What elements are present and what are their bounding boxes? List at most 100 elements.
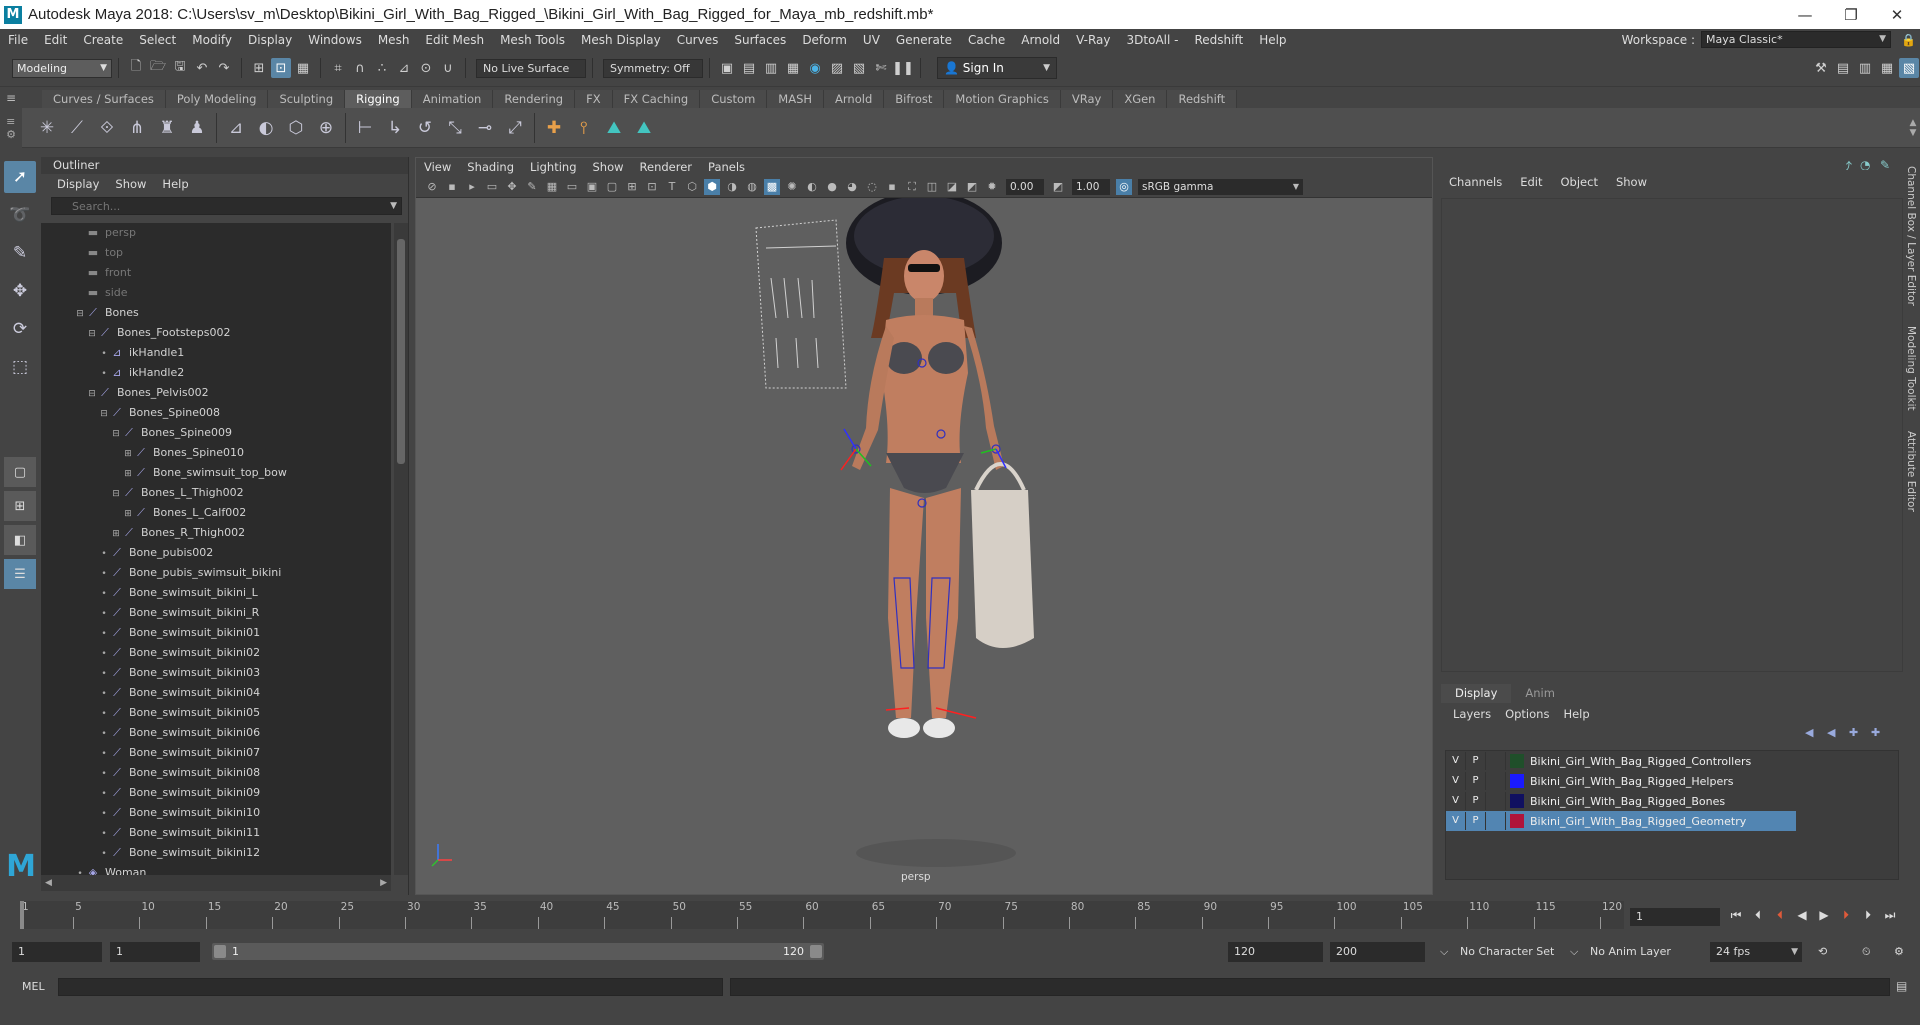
wireframe-icon[interactable]: ⬡ <box>684 179 700 195</box>
side-tab-channel-box-layer-editor[interactable]: Channel Box / Layer Editor <box>1905 166 1917 306</box>
fps-select[interactable]: 24 fps <box>1710 942 1802 962</box>
paint-select-tool-icon[interactable]: ✎ <box>4 237 36 269</box>
side-tab-modeling-toolkit[interactable]: Modeling Toolkit <box>1905 326 1917 411</box>
mirror-joint-icon[interactable]: ⟐ <box>92 113 122 143</box>
outliner-item[interactable]: ▬ persp <box>41 223 391 243</box>
layer-row[interactable]: V P Bikini_Girl_With_Bag_Rigged_Controller… <box>1446 751 1796 771</box>
exposure-icon[interactable]: ✹ <box>984 179 1000 195</box>
menu-item-cache[interactable]: Cache <box>960 33 1013 47</box>
shelf-tab-custom[interactable]: Custom <box>700 90 768 108</box>
outliner-horizontal-scrollbar[interactable]: ◀ ▶ <box>41 875 391 891</box>
shelf-tab-sculpting[interactable]: Sculpting <box>268 90 346 108</box>
orient-joint-icon[interactable]: ⋔ <box>122 113 152 143</box>
go-to-start-icon[interactable]: ⏮ <box>1725 908 1747 923</box>
shelf-tab-fx[interactable]: FX <box>575 90 613 108</box>
expand-toggle-icon[interactable]: ⊞ <box>123 464 133 484</box>
outliner-item[interactable]: • ⟋ Bone_swimsuit_bikini05 <box>41 703 391 723</box>
range-end-handle[interactable] <box>810 945 822 958</box>
outliner-item[interactable]: • ⊿ ikHandle2 <box>41 363 391 383</box>
viewport-menu-lighting[interactable]: Lighting <box>530 160 576 174</box>
outliner-item[interactable]: • ⟋ Bone_swimsuit_bikini_L <box>41 583 391 603</box>
channel-box-menu-object[interactable]: Object <box>1561 175 1598 189</box>
range-bar[interactable]: 1 120 <box>212 943 824 960</box>
select-hierarchy-icon[interactable]: ⊞ <box>249 58 269 78</box>
layer-display-type-toggle[interactable] <box>1486 772 1506 790</box>
layer-row[interactable]: V P Bikini_Girl_With_Bag_Rigged_Geometry <box>1446 811 1796 831</box>
redo-icon[interactable]: ↷ <box>214 58 234 78</box>
layer-playback-toggle[interactable]: P <box>1466 792 1486 810</box>
shelf-scroll-icon[interactable]: ▲ ▼ <box>1906 118 1920 138</box>
pole-vector-icon[interactable]: ⤢ <box>500 113 530 143</box>
expand-toggle-icon[interactable]: ⊟ <box>111 424 121 444</box>
wireframe-on-shaded-icon[interactable]: ◍ <box>744 179 760 195</box>
layer-tab-display[interactable]: Display <box>1441 684 1512 703</box>
viewport-menu-panels[interactable]: Panels <box>708 160 745 174</box>
grid-icon[interactable]: ▦ <box>544 179 560 195</box>
depth-of-field-icon[interactable]: ▪ <box>884 179 900 195</box>
menu-item-create[interactable]: Create <box>75 33 131 47</box>
outliner-item[interactable]: ⊟ ⟋ Bones_Spine008 <box>41 403 391 423</box>
step-forward-key-icon[interactable]: ⏵ <box>1857 908 1879 923</box>
menu-item-deform[interactable]: Deform <box>794 33 855 47</box>
outliner-item[interactable]: ⊞ ⟋ Bones_Spine010 <box>41 443 391 463</box>
ipr-render-icon[interactable]: ▥ <box>761 58 781 78</box>
expand-toggle-icon[interactable]: ⊞ <box>123 504 133 524</box>
menu-set-select[interactable]: Modeling <box>12 58 112 78</box>
safe-title-icon[interactable]: T <box>664 179 680 195</box>
channel-box-menu-edit[interactable]: Edit <box>1520 175 1542 189</box>
outliner-item[interactable]: • ◈ Woman <box>41 863 391 875</box>
step-forward-frame-icon[interactable]: ⏵ <box>1835 908 1857 923</box>
quick-rig-icon[interactable]: ♜ <box>152 113 182 143</box>
layer-visibility-toggle[interactable]: V <box>1446 772 1466 790</box>
current-time-marker[interactable] <box>20 901 24 929</box>
layer-row[interactable]: V P Bikini_Girl_With_Bag_Rigged_Bones <box>1446 791 1796 811</box>
color-space-select[interactable]: sRGB gamma <box>1138 178 1303 195</box>
motion-blur-icon[interactable]: ◕ <box>844 179 860 195</box>
render-settings-icon[interactable]: ▦ <box>783 58 803 78</box>
viewport-menu-renderer[interactable]: Renderer <box>640 160 693 174</box>
menu-item-redshift[interactable]: Redshift <box>1186 33 1251 47</box>
go-to-end-icon[interactable]: ⏭ <box>1879 908 1901 923</box>
image-plane-icon[interactable]: ▭ <box>484 179 500 195</box>
shelf-tab-fx-caching[interactable]: FX Caching <box>612 90 701 108</box>
outliner-item[interactable]: ▬ front <box>41 263 391 283</box>
bind-skin-icon[interactable]: ◐ <box>251 113 281 143</box>
play-backwards-icon[interactable]: ◀ <box>1791 908 1813 923</box>
character-set-select[interactable]: No Character Set <box>1460 942 1554 962</box>
two-d-pan-icon[interactable]: ✥ <box>504 179 520 195</box>
anim-layer-icon[interactable]: ⌵ <box>1570 942 1578 962</box>
save-scene-icon[interactable]: 🖫 <box>170 58 190 78</box>
lasso-tool-icon[interactable]: ➰ <box>4 199 36 231</box>
expand-toggle-icon[interactable]: ⊟ <box>75 304 85 324</box>
loop-icon[interactable]: ⟲ <box>1818 942 1827 962</box>
layer-visibility-toggle[interactable]: V <box>1446 752 1466 770</box>
sign-in-button[interactable]: 👤 Sign In <box>937 57 1057 79</box>
outliner-item[interactable]: ⊟ ⟋ Bones_Spine009 <box>41 423 391 443</box>
isolate-select-icon[interactable]: ⛶ <box>904 179 920 195</box>
snap-surface-icon[interactable]: ⊙ <box>416 58 436 78</box>
bookmarks-icon[interactable]: ▸ <box>464 179 480 195</box>
menu-item-curves[interactable]: Curves <box>669 33 727 47</box>
default-material-icon[interactable]: ◑ <box>724 179 740 195</box>
expand-toggle-icon[interactable]: ⊟ <box>87 384 97 404</box>
component-editor-icon[interactable]: ⛰ <box>629 113 659 143</box>
aim-constraint-icon[interactable]: ↳ <box>380 113 410 143</box>
menu-item-arnold[interactable]: Arnold <box>1013 33 1068 47</box>
layer-row[interactable]: V P Bikini_Girl_With_Bag_Rigged_Helpers <box>1446 771 1796 791</box>
orient-constraint-icon[interactable]: ↺ <box>410 113 440 143</box>
scroll-right-icon[interactable]: ▶ <box>380 878 387 888</box>
field-chart-icon[interactable]: ⊞ <box>624 179 640 195</box>
select-tool-icon[interactable]: ➚ <box>4 161 36 193</box>
snap-curve-icon[interactable]: ∩ <box>350 58 370 78</box>
mel-label[interactable]: MEL <box>22 979 45 995</box>
menu-item-surfaces[interactable]: Surfaces <box>726 33 794 47</box>
select-component-icon[interactable]: ▦ <box>293 58 313 78</box>
menu-item-windows[interactable]: Windows <box>300 33 370 47</box>
undo-icon[interactable]: ↶ <box>192 58 212 78</box>
film-gate-icon[interactable]: ▭ <box>564 179 580 195</box>
single-perspective-layout-icon[interactable]: ▢ <box>4 457 36 487</box>
rotate-tool-icon[interactable]: ⟳ <box>4 313 36 345</box>
time-ruler[interactable]: 1 5 10 15 20 25 30 35 40 45 50 55 60 65 70 75 80 85 90 95 10… <box>20 901 1624 929</box>
animation-preferences-icon[interactable]: ⚙ <box>1894 942 1904 962</box>
render-frame-icon[interactable]: ▤ <box>739 58 759 78</box>
